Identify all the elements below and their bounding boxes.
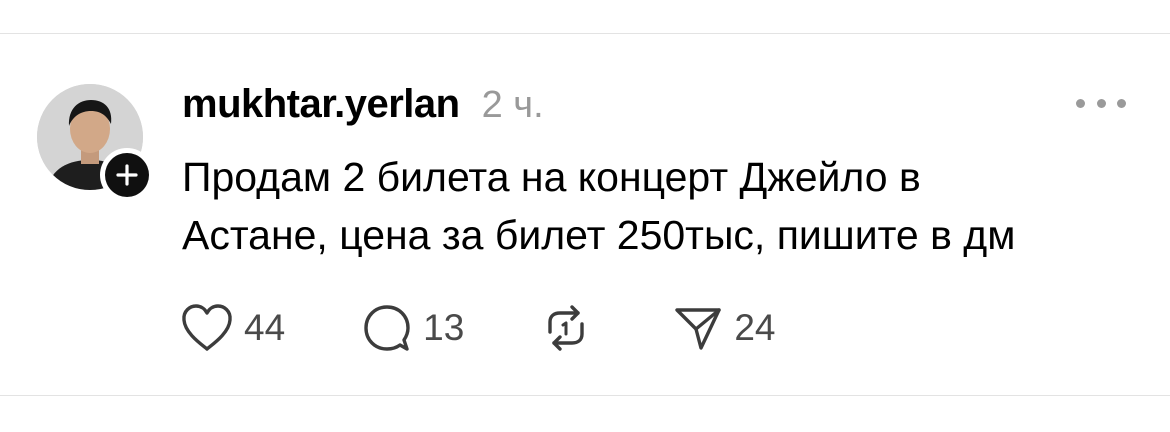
share-button[interactable]: 24: [672, 302, 775, 354]
post-header: mukhtar.yerlan 2 ч.: [182, 82, 544, 127]
post-text: Продам 2 билета на концерт Джейло в Аста…: [182, 148, 1142, 264]
speech-bubble-icon: [364, 305, 410, 351]
repost-icon: [548, 305, 585, 351]
bottom-divider: [0, 395, 1170, 396]
username-link[interactable]: mukhtar.yerlan: [182, 82, 460, 127]
post-text-line: Продам 2 билета на концерт Джейло в: [182, 154, 921, 200]
like-button[interactable]: 44: [180, 302, 285, 354]
share-count: 24: [734, 307, 776, 348]
more-horizontal-icon: [1076, 98, 1085, 108]
repost-button[interactable]: [540, 302, 592, 354]
top-divider: [0, 33, 1170, 34]
heart-icon: [182, 304, 232, 351]
more-options-button[interactable]: [1076, 92, 1126, 114]
post-text-line: Астане, цена за билет 250тыс, пишите в д…: [182, 212, 1016, 258]
post-timestamp: 2 ч.: [481, 84, 544, 126]
post-actions: 44 13 24: [180, 300, 775, 356]
send-icon: [675, 308, 722, 350]
avatar-container[interactable]: [37, 84, 154, 202]
plus-icon: [116, 164, 138, 186]
follow-button[interactable]: [100, 148, 154, 202]
reply-button[interactable]: 13: [361, 302, 464, 354]
like-count: 44: [244, 307, 286, 348]
reply-count: 13: [423, 307, 465, 348]
